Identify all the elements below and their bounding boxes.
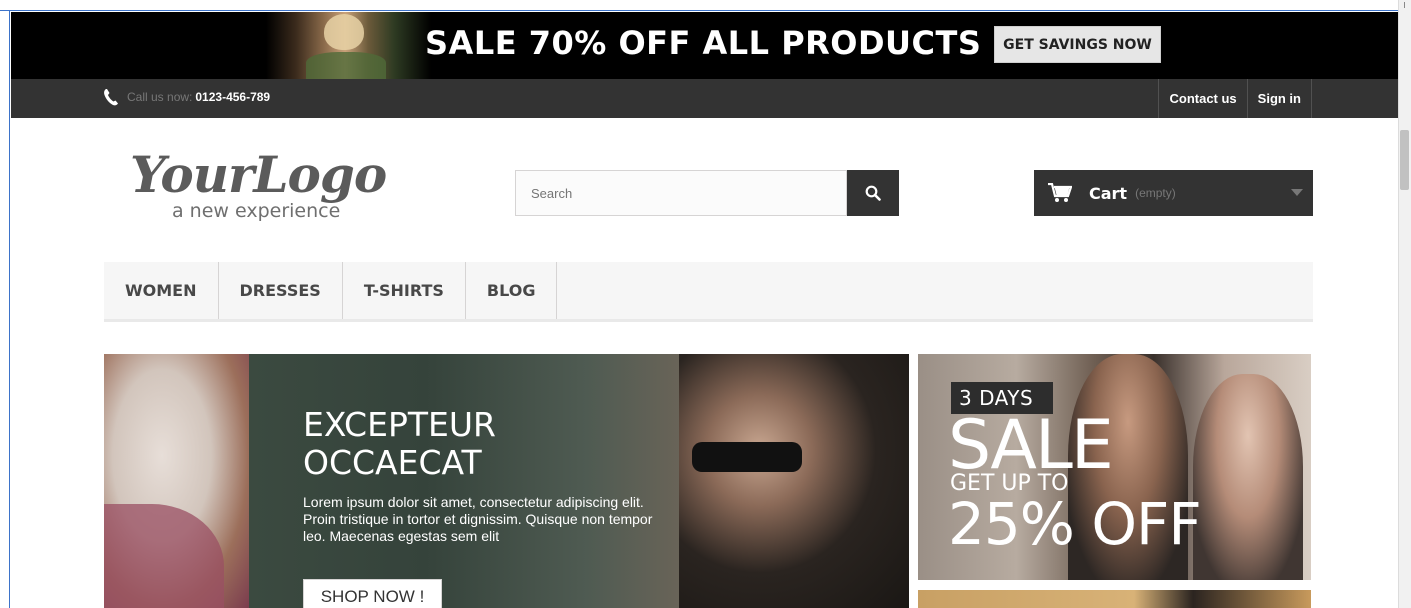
second-promo-banner[interactable] — [918, 590, 1311, 608]
phone-label: Call us now: — [127, 90, 193, 104]
scrollbar-thumb[interactable] — [1400, 130, 1409, 190]
promo-woman-image — [1193, 374, 1303, 580]
site-logo[interactable]: YourLogo a new experience — [130, 145, 430, 230]
promo-discount-text: 25% OFF — [948, 490, 1202, 558]
cart-icon — [1048, 183, 1072, 202]
top-nav-bar: Call us now: 0123-456-789 Contact us Sig… — [11, 79, 1398, 118]
cart-button[interactable]: Cart (empty) — [1034, 170, 1313, 216]
hero-slider[interactable]: EXCEPTEUR OCCAECAT Lorem ipsum dolor sit… — [104, 354, 909, 608]
menu-item-dresses[interactable]: DRESSES — [219, 262, 343, 319]
search-bar — [515, 170, 899, 216]
cart-status: (empty) — [1135, 186, 1176, 200]
get-savings-button[interactable]: GET SAVINGS NOW — [994, 26, 1161, 63]
hero-title: EXCEPTEUR OCCAECAT — [303, 406, 496, 482]
hero-title-line-2: OCCAECAT — [303, 443, 482, 482]
scrollbar-marker — [1404, 2, 1405, 8]
sale-promo-banner[interactable]: 3 DAYS SALE GET UP TO 25% OFF — [918, 354, 1311, 580]
logo-script: YourLogo — [130, 145, 387, 204]
search-icon — [865, 185, 881, 201]
shop-now-button[interactable]: SHOP NOW ! — [303, 579, 442, 608]
window-left-edge — [0, 11, 10, 608]
hero-description: Lorem ipsum dolor sit amet, consectetur … — [303, 494, 653, 544]
phone-number: 0123-456-789 — [195, 90, 271, 104]
phone-icon — [104, 89, 118, 106]
banner-model-image — [266, 12, 431, 79]
chevron-down-icon[interactable] — [1291, 189, 1303, 196]
banner-title: SALE 70% OFF ALL PRODUCTS — [425, 24, 982, 62]
phone-contact: Call us now: 0123-456-789 — [103, 88, 270, 106]
hero-model-image — [679, 354, 909, 608]
contact-us-link[interactable]: Contact us — [1158, 79, 1246, 118]
hero-sunglasses-image — [692, 442, 802, 472]
hero-left-image — [104, 354, 249, 608]
search-input[interactable] — [515, 170, 847, 216]
sale-banner[interactable]: SALE 70% OFF ALL PRODUCTS GET SAVINGS NO… — [11, 12, 1398, 79]
menu-item-blog[interactable]: BLOG — [466, 262, 558, 319]
menu-item-women[interactable]: WOMEN — [104, 262, 219, 319]
main-menu: WOMEN DRESSES T-SHIRTS BLOG — [104, 262, 1313, 322]
cart-label: Cart — [1089, 183, 1128, 203]
hero-title-line-1: EXCEPTEUR — [303, 405, 496, 444]
sign-in-link[interactable]: Sign in — [1246, 79, 1312, 118]
menu-item-t-shirts[interactable]: T-SHIRTS — [343, 262, 466, 319]
logo-tagline: a new experience — [172, 200, 341, 222]
account-links: Contact us Sign in — [1158, 79, 1312, 118]
window-top-edge — [0, 0, 1411, 11]
vertical-scrollbar[interactable] — [1398, 0, 1411, 608]
search-button[interactable] — [847, 170, 899, 216]
